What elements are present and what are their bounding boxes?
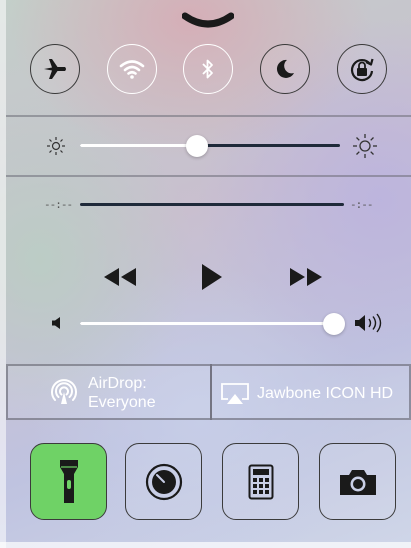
timer-icon [144,462,184,502]
calculator-icon [248,464,274,500]
flashlight-button[interactable] [30,443,107,520]
divider [6,115,411,117]
rotation-lock-toggle[interactable] [337,44,387,94]
wifi-icon [119,58,145,80]
playback-scrubber[interactable] [80,203,344,206]
timer-button[interactable] [125,443,202,520]
elapsed-time: --:-- [44,198,73,211]
brightness-fill [80,144,197,147]
rotation-lock-icon [348,55,376,83]
volume-slider-thumb[interactable] [323,313,345,335]
airdrop-mode: Everyone [88,394,156,411]
speaker-low-icon [50,316,64,330]
wifi-toggle[interactable] [107,44,157,94]
volume-fill [80,322,334,325]
bottom-edge [0,542,411,548]
bluetooth-toggle[interactable] [183,44,233,94]
moon-icon [274,58,296,80]
fast-forward-icon[interactable] [287,266,325,288]
sun-large-icon [352,133,378,159]
left-edge [0,0,6,548]
airplay-device-label: Jawbone ICON HD [257,385,394,402]
control-center: --:-- -:-- AirDrop: Everyone Jawbone ICO… [0,0,411,548]
camera-button[interactable] [319,443,396,520]
sun-small-icon [46,136,66,156]
airplay-icon [220,382,250,406]
rewind-icon[interactable] [101,266,139,288]
airdrop-icon [50,378,78,406]
airdrop-label: AirDrop: [88,375,147,392]
flashlight-icon [58,458,80,506]
divider [6,175,411,177]
airplane-mode-toggle[interactable] [30,44,80,94]
brightness-slider-thumb[interactable] [186,135,208,157]
chevron-down-icon[interactable] [182,12,234,30]
calculator-button[interactable] [222,443,299,520]
bluetooth-icon [200,57,216,81]
airdrop-button[interactable]: AirDrop: Everyone [6,364,212,420]
play-icon[interactable] [200,262,224,292]
camera-icon [338,467,378,497]
airplane-icon [42,56,68,82]
airplay-button[interactable]: Jawbone ICON HD [210,364,411,420]
do-not-disturb-toggle[interactable] [260,44,310,94]
speaker-high-icon [353,313,383,333]
remaining-time: -:-- [350,198,373,211]
